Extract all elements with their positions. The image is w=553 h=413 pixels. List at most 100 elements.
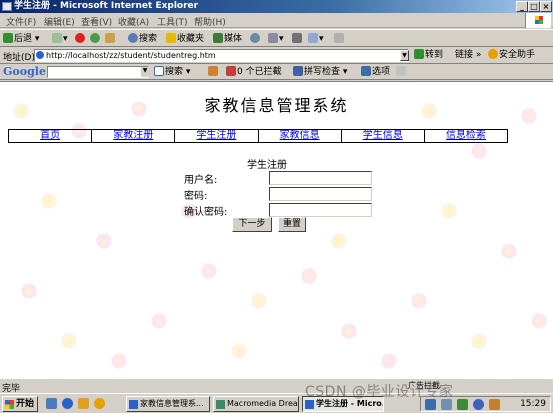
- spellcheck-button[interactable]: 拼写检查 ▾: [293, 65, 347, 79]
- search-label: 搜索: [139, 34, 158, 44]
- reset-button[interactable]: 重置: [278, 217, 306, 232]
- maximize-button[interactable]: □: [528, 1, 540, 12]
- options-button[interactable]: 选项: [361, 65, 390, 79]
- go-arrow-icon: [414, 49, 424, 59]
- nav-cell-student-register: 学生注册: [175, 130, 259, 142]
- standard-toolbar: 后退 ▾ ▾ 搜索 收藏夹 媒体 ▾ ▾: [0, 29, 553, 47]
- media-label: 媒体: [224, 34, 243, 44]
- stop-icon: [75, 33, 85, 43]
- tray-globe-icon[interactable]: [473, 399, 484, 410]
- google-search-button[interactable]: 搜索 ▾: [154, 65, 190, 79]
- nav-link-student-info[interactable]: 学生信息: [363, 130, 403, 141]
- menu-bar: 文件(F) 编辑(E) 查看(V) 收藏(A) 工具(T) 帮助(H): [0, 13, 553, 28]
- flower-decoration: [95, 232, 113, 250]
- history-button[interactable]: [250, 32, 261, 46]
- quicklaunch-folder-icon[interactable]: [78, 398, 89, 409]
- forward-arrow-icon: [52, 33, 62, 43]
- google-search-label: 搜索: [165, 67, 184, 77]
- flower-decoration: [440, 202, 458, 220]
- back-arrow-icon: [3, 33, 13, 43]
- favorites-button[interactable]: 收藏夹: [166, 32, 204, 46]
- task-dreamweaver[interactable]: Macromedia Drea...: [213, 396, 299, 412]
- security-assistant-button[interactable]: 安全助手: [488, 48, 535, 62]
- search-icon: [128, 33, 138, 43]
- nav-cell-info-search: 信息检索: [425, 130, 507, 142]
- nav-cell-tutor-info: 家教信息: [259, 130, 342, 142]
- popup-blocker-button[interactable]: 0 个已拦截: [226, 65, 282, 79]
- close-button[interactable]: ×: [540, 1, 552, 12]
- tray-app-icon[interactable]: [457, 399, 468, 410]
- refresh-button[interactable]: [90, 32, 101, 46]
- tray-security-icon[interactable]: [489, 399, 500, 410]
- google-toolbar: Google ▾ ▼ 搜索 ▾ 0 个已拦截 拼写检查 ▾ 选项: [0, 64, 553, 80]
- menu-help[interactable]: 帮助(H): [194, 15, 226, 28]
- google-logo[interactable]: Google ▾: [3, 65, 53, 78]
- nav-link-tutor-register[interactable]: 家教注册: [113, 130, 153, 141]
- quicklaunch-desktop-icon[interactable]: [46, 398, 57, 409]
- flower-decoration: [230, 342, 248, 360]
- nav-cell-home: 首页: [9, 130, 93, 142]
- mail-button[interactable]: ▾: [268, 32, 284, 46]
- flower-decoration: [500, 242, 518, 260]
- flower-decoration: [470, 142, 488, 160]
- nav-link-home[interactable]: 首页: [40, 130, 60, 141]
- menu-edit[interactable]: 编辑(E): [44, 15, 75, 28]
- shield-icon: [488, 49, 498, 59]
- address-input[interactable]: http://localhost/zz/student/studentreg.h…: [34, 49, 409, 62]
- print-button[interactable]: [292, 32, 303, 46]
- nav-link-student-register[interactable]: 学生注册: [196, 130, 236, 141]
- confirm-password-input[interactable]: [269, 203, 372, 217]
- spellcheck-label: 拼写检查: [304, 67, 341, 77]
- nav-link-tutor-info[interactable]: 家教信息: [280, 130, 320, 141]
- edit-button[interactable]: ▾: [308, 32, 324, 46]
- google-g-icon: [154, 66, 164, 76]
- next-button[interactable]: 下一步: [232, 217, 272, 232]
- start-button[interactable]: 开始: [2, 396, 38, 412]
- flower-decoration: [20, 282, 38, 300]
- mail-icon: [268, 33, 278, 43]
- highlight-button[interactable]: [396, 65, 407, 79]
- back-button[interactable]: 后退 ▾: [3, 32, 39, 46]
- minimize-button[interactable]: _: [516, 1, 528, 12]
- form-heading: 学生注册: [247, 160, 287, 171]
- password-input[interactable]: [269, 187, 372, 201]
- flower-decoration: [200, 262, 218, 280]
- taskbar: 开始 家教信息管理系... Macromedia Drea... 学生注册 - …: [0, 393, 553, 413]
- menu-view[interactable]: 查看(V): [81, 15, 112, 28]
- address-dropdown-button[interactable]: ▼: [400, 50, 409, 61]
- google-search-dropdown[interactable]: ▼: [141, 67, 149, 77]
- windows-logo-icon: [525, 13, 551, 28]
- google-search-input[interactable]: [47, 66, 149, 78]
- menu-tools[interactable]: 工具(T): [157, 15, 188, 28]
- search-button[interactable]: 搜索: [128, 32, 157, 46]
- quicklaunch-ie-icon[interactable]: [62, 398, 73, 409]
- tray-clock[interactable]: 15:29: [520, 399, 546, 409]
- username-input[interactable]: [269, 171, 372, 185]
- home-button[interactable]: [105, 32, 116, 46]
- flower-decoration: [340, 322, 358, 340]
- flower-decoration: [470, 332, 488, 350]
- quicklaunch-shield-icon[interactable]: [94, 398, 105, 409]
- media-button[interactable]: 媒体: [213, 32, 242, 46]
- menu-file[interactable]: 文件(F): [6, 15, 36, 28]
- pencil-icon: [396, 66, 406, 76]
- go-button[interactable]: 转到: [414, 48, 443, 62]
- stop-button[interactable]: [75, 32, 86, 46]
- flower-decoration: [60, 332, 78, 350]
- spellcheck-icon: [293, 66, 303, 76]
- home-icon: [105, 33, 115, 43]
- favorites-star-icon: [166, 33, 176, 43]
- discuss-button[interactable]: [334, 32, 345, 46]
- task-tutor-system[interactable]: 家教信息管理系...: [126, 396, 210, 412]
- pagerank-icon: [208, 66, 218, 76]
- nav-link-info-search[interactable]: 信息检索: [446, 130, 486, 141]
- forward-button[interactable]: ▾: [52, 32, 68, 46]
- discuss-icon: [334, 33, 344, 43]
- print-icon: [292, 33, 302, 43]
- password-label: 密码:: [184, 191, 208, 202]
- links-button[interactable]: 链接 »: [455, 48, 481, 62]
- window-title-bar[interactable]: 学生注册 - Microsoft Internet Explorer _ □ ×: [0, 0, 553, 13]
- windows-flag-icon: [5, 400, 14, 409]
- menu-favorites[interactable]: 收藏(A): [118, 15, 149, 28]
- pagerank-button[interactable]: [208, 65, 219, 79]
